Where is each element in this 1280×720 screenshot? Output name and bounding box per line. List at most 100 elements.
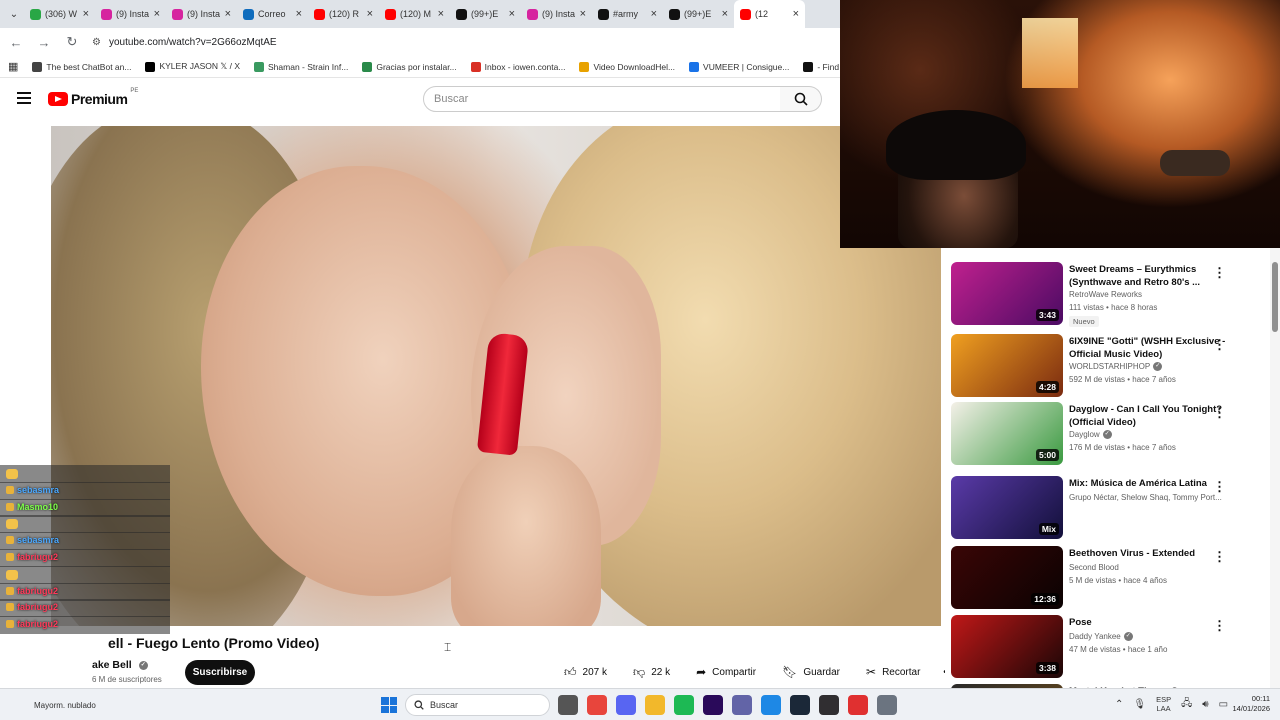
- like-button[interactable]: 👍︎ 207 k: [555, 660, 616, 684]
- close-tab-icon[interactable]: ×: [793, 8, 799, 20]
- bookmark-item[interactable]: Inbox - iowen.conta...: [470, 61, 565, 72]
- reload-icon[interactable]: ↻: [64, 34, 80, 50]
- video-thumbnail[interactable]: 4:28: [951, 334, 1063, 397]
- close-tab-icon[interactable]: ×: [367, 8, 373, 20]
- more-vertical-icon[interactable]: ⋮: [1213, 265, 1226, 281]
- search-button[interactable]: [780, 86, 822, 112]
- recommendation-card[interactable]: 3:43 Sweet Dreams – Eurythmics (Synthwave…: [951, 262, 1271, 328]
- close-tab-icon[interactable]: ×: [580, 8, 586, 20]
- close-tab-icon[interactable]: ×: [722, 8, 728, 20]
- browser-tab[interactable]: (120) R ×: [308, 0, 379, 28]
- recommendation-card[interactable]: 3:38 Pose Daddy Yankee ✓ 47 M de vistas • ha…: [951, 615, 1271, 681]
- video-thumbnail[interactable]: 12:36: [951, 546, 1063, 609]
- youtube-premium-logo[interactable]: Premium PE: [48, 88, 138, 107]
- close-tab-icon[interactable]: ×: [296, 8, 302, 20]
- windows-start-icon[interactable]: [381, 697, 397, 713]
- video-thumbnail[interactable]: 5:00: [951, 402, 1063, 465]
- more-vertical-icon[interactable]: ⋮: [1213, 618, 1226, 634]
- share-button[interactable]: ➦ Compartir: [687, 660, 765, 684]
- save-button[interactable]: 🔖︎ Guardar: [773, 660, 849, 684]
- volume-icon[interactable]: 🔊︎: [1202, 699, 1208, 710]
- chevron-up-icon[interactable]: ⌃: [1115, 699, 1123, 710]
- bookmark-item[interactable]: The best ChatBot an...: [32, 61, 131, 72]
- forward-icon[interactable]: →: [36, 35, 52, 50]
- browser-tab[interactable]: (99+)E ×: [663, 0, 734, 28]
- browser-tab[interactable]: (9) Insta ×: [166, 0, 237, 28]
- chrome-icon[interactable]: [587, 695, 607, 715]
- clip-button[interactable]: ✂ Recortar: [857, 660, 929, 684]
- browser-tab[interactable]: Correo ×: [237, 0, 308, 28]
- bookmark-item[interactable]: VUMEER | Consigue...: [689, 61, 789, 72]
- discord-icon[interactable]: [616, 695, 636, 715]
- taskbar-search-input[interactable]: Buscar: [405, 694, 550, 716]
- task-view-icon[interactable]: [558, 695, 578, 715]
- microphone-icon[interactable]: 🎙︎: [1133, 699, 1146, 710]
- bookmark-item[interactable]: Gracias por instalar...: [362, 61, 457, 72]
- more-vertical-icon[interactable]: ⋮: [1213, 549, 1226, 565]
- more-vertical-icon[interactable]: ⋮: [1213, 405, 1226, 421]
- close-tab-icon[interactable]: ×: [83, 8, 89, 20]
- back-icon[interactable]: ←: [8, 35, 24, 50]
- close-tab-icon[interactable]: ×: [225, 8, 231, 20]
- clock-date: 14/01/2026: [1232, 704, 1270, 713]
- webcam-lamp-glow: [1022, 18, 1078, 88]
- recommendation-card[interactable]: 4:28 6IX9INE "Gotti" (WSHH Exclusive - Of…: [951, 334, 1271, 400]
- channel-name: Daddy Yankee: [1069, 632, 1121, 641]
- close-tab-icon[interactable]: ×: [154, 8, 160, 20]
- notepad-icon[interactable]: [761, 695, 781, 715]
- chat-user: sebasmra: [6, 485, 59, 495]
- tab-favicon-icon: [740, 8, 751, 20]
- premiere-icon[interactable]: [703, 695, 723, 715]
- apps-grid-icon[interactable]: ▦: [8, 60, 18, 73]
- settings-icon[interactable]: [877, 695, 897, 715]
- browser-tab[interactable]: (120) M ×: [379, 0, 450, 28]
- video-thumbnail[interactable]: Mix: [951, 476, 1063, 539]
- close-tab-icon[interactable]: ×: [651, 8, 657, 20]
- spotify-icon[interactable]: [674, 695, 694, 715]
- video-player[interactable]: [51, 126, 941, 626]
- recommendation-card[interactable]: Mix Mix: Música de América Latina Grupo Né…: [951, 476, 1271, 542]
- more-vertical-icon[interactable]: ⋮: [1213, 479, 1226, 495]
- close-tab-icon[interactable]: ×: [509, 8, 515, 20]
- search-input[interactable]: Buscar: [423, 86, 781, 112]
- recommendation-card[interactable]: 12:36 Beethoven Virus - Extended Second Bl…: [951, 546, 1271, 612]
- new-badge: Nuevo: [1069, 316, 1099, 327]
- clock[interactable]: 00:11 14/01/2026: [1222, 694, 1270, 714]
- dislike-button[interactable]: 👎︎ 22 k: [624, 660, 679, 684]
- text-app-icon[interactable]: [848, 695, 868, 715]
- browser-tab[interactable]: (12 ×: [734, 0, 805, 28]
- tab-search-chevron-icon[interactable]: ⌄: [4, 4, 24, 24]
- chat-username: fabriugu2: [17, 585, 59, 596]
- weather-widget[interactable]: Mayorm. nublado: [34, 701, 96, 710]
- browser-tab[interactable]: #army ×: [592, 0, 663, 28]
- network-icon[interactable]: 🖧︎: [1181, 696, 1192, 713]
- chat-badge-icon: [6, 485, 14, 494]
- page-scrollbar-thumb[interactable]: [1272, 262, 1278, 332]
- bookmark-item[interactable]: Video DownloadHel...: [579, 61, 675, 72]
- chat-user: fabriugu2: [6, 602, 58, 612]
- bookmark-item[interactable]: Shaman - Strain Inf...: [254, 61, 348, 72]
- browser-tab[interactable]: (306) W ×: [24, 0, 95, 28]
- browser-tab[interactable]: (9) Insta ×: [95, 0, 166, 28]
- more-vertical-icon[interactable]: ⋮: [1213, 337, 1226, 353]
- obs-icon[interactable]: [819, 695, 839, 715]
- tab-title: (9) Insta: [187, 9, 221, 19]
- teams-icon[interactable]: [732, 695, 752, 715]
- site-info-icon[interactable]: ⚙: [92, 37, 101, 48]
- file-explorer-icon[interactable]: [645, 695, 665, 715]
- url-field[interactable]: ⚙ youtube.com/watch?v=2G66ozMqtAE: [92, 37, 277, 48]
- browser-tab[interactable]: (9) Insta ×: [521, 0, 592, 28]
- recommendation-card[interactable]: 5:00 Dayglow - Can I Call You Tonight? (O…: [951, 402, 1271, 468]
- chat-message: [0, 515, 170, 534]
- browser-tab[interactable]: (99+)E ×: [450, 0, 521, 28]
- language-indicator[interactable]: ESP LAA: [1156, 695, 1171, 713]
- video-thumbnail[interactable]: 3:38: [951, 615, 1063, 678]
- bookmark-label: Gracias por instalar...: [376, 61, 457, 72]
- menu-icon[interactable]: [17, 92, 31, 104]
- steam-icon[interactable]: [790, 695, 810, 715]
- video-thumbnail[interactable]: 3:43: [951, 262, 1063, 325]
- subscribe-button[interactable]: Suscribirse: [185, 660, 255, 685]
- close-tab-icon[interactable]: ×: [438, 8, 444, 20]
- thumbs-up-icon: 👍︎: [564, 664, 577, 679]
- bookmark-item[interactable]: KYLER JASON 𝕏 / X: [145, 61, 240, 72]
